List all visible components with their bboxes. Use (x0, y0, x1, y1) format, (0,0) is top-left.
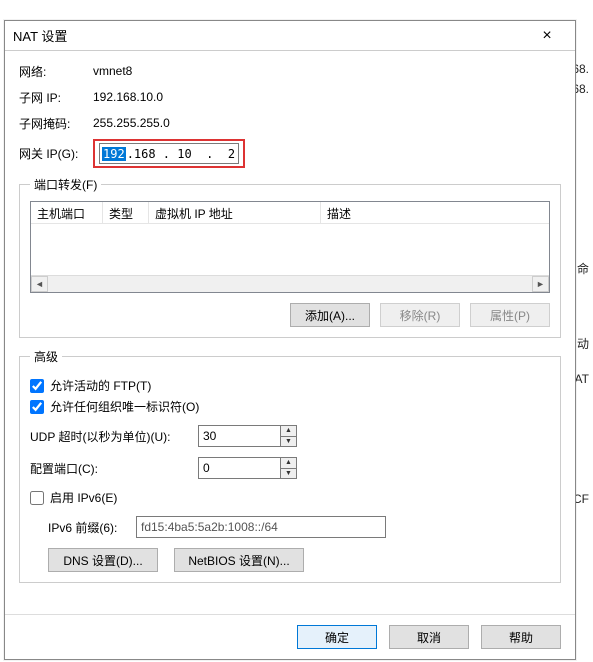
gateway-ip-label: 网关 IP(G): (19, 145, 93, 162)
add-button[interactable]: 添加(A)... (290, 303, 370, 327)
nat-settings-dialog: NAT 设置 × 网络: vmnet8 子网 IP: 192.168.10.0 … (4, 20, 576, 660)
network-label: 网络: (19, 63, 93, 80)
allow-any-oui-label: 允许任何组织唯一标识符(O) (50, 398, 199, 415)
cancel-button[interactable]: 取消 (389, 625, 469, 649)
ipv6-prefix-label: IPv6 前缀(6): (48, 519, 128, 536)
gateway-ip-input[interactable]: 192 .168 . 10 . 2 (99, 143, 239, 164)
scroll-right-icon[interactable]: ► (532, 276, 549, 292)
spinner-up-icon[interactable]: ▲ (281, 458, 296, 469)
config-port-input[interactable] (198, 457, 280, 479)
allow-any-oui-checkbox[interactable] (30, 400, 44, 414)
ipv6-prefix-input (136, 516, 386, 538)
subnet-ip-value: 192.168.10.0 (93, 90, 163, 104)
horizontal-scrollbar[interactable]: ◄ ► (31, 275, 549, 292)
subnet-ip-label: 子网 IP: (19, 89, 93, 106)
port-forwarding-legend: 端口转发(F) (30, 176, 101, 193)
dns-settings-button[interactable]: DNS 设置(D)... (48, 548, 158, 572)
spinner-down-icon[interactable]: ▼ (281, 437, 296, 447)
port-forwarding-group: 端口转发(F) 主机端口 类型 虚拟机 IP 地址 描述 ◄ ► 添加(A)..… (19, 176, 561, 338)
allow-active-ftp-checkbox[interactable] (30, 379, 44, 393)
help-button[interactable]: 帮助 (481, 625, 561, 649)
spinner-down-icon[interactable]: ▼ (281, 469, 296, 479)
config-port-label: 配置端口(C): (30, 460, 190, 477)
enable-ipv6-checkbox[interactable] (30, 491, 44, 505)
subnet-mask-value: 255.255.255.0 (93, 116, 170, 130)
enable-ipv6-label: 启用 IPv6(E) (50, 489, 117, 506)
properties-button: 属性(P) (470, 303, 550, 327)
udp-timeout-spinner[interactable]: ▲ ▼ (280, 425, 297, 447)
remove-button: 移除(R) (380, 303, 460, 327)
udp-timeout-input[interactable] (198, 425, 280, 447)
scroll-left-icon[interactable]: ◄ (31, 276, 48, 292)
advanced-legend: 高级 (30, 348, 62, 365)
network-value: vmnet8 (93, 64, 132, 78)
advanced-group: 高级 允许活动的 FTP(T) 允许任何组织唯一标识符(O) UDP 超时(以秒… (19, 348, 561, 583)
col-host-port[interactable]: 主机端口 (31, 202, 103, 223)
config-port-spinner[interactable]: ▲ ▼ (280, 457, 297, 479)
allow-active-ftp-label: 允许活动的 FTP(T) (50, 377, 151, 394)
dialog-title: NAT 设置 (13, 26, 527, 45)
ok-button[interactable]: 确定 (297, 625, 377, 649)
dialog-footer: 确定 取消 帮助 (5, 614, 575, 659)
col-type[interactable]: 类型 (103, 202, 149, 223)
gateway-highlight: 192 .168 . 10 . 2 (93, 139, 245, 168)
gateway-ip-selected-octet: 192 (102, 147, 126, 161)
titlebar: NAT 设置 × (5, 21, 575, 51)
col-vm-ip[interactable]: 虚拟机 IP 地址 (149, 202, 321, 223)
close-button[interactable]: × (527, 22, 567, 50)
scroll-track[interactable] (48, 276, 532, 292)
col-description[interactable]: 描述 (321, 202, 549, 223)
port-forwarding-table[interactable]: 主机端口 类型 虚拟机 IP 地址 描述 ◄ ► (30, 201, 550, 293)
spinner-up-icon[interactable]: ▲ (281, 426, 296, 437)
gateway-ip-rest: .168 . 10 . 2 (126, 147, 236, 161)
table-header: 主机端口 类型 虚拟机 IP 地址 描述 (31, 202, 549, 224)
subnet-mask-label: 子网掩码: (19, 115, 93, 132)
udp-timeout-label: UDP 超时(以秒为单位)(U): (30, 428, 190, 445)
netbios-settings-button[interactable]: NetBIOS 设置(N)... (174, 548, 304, 572)
